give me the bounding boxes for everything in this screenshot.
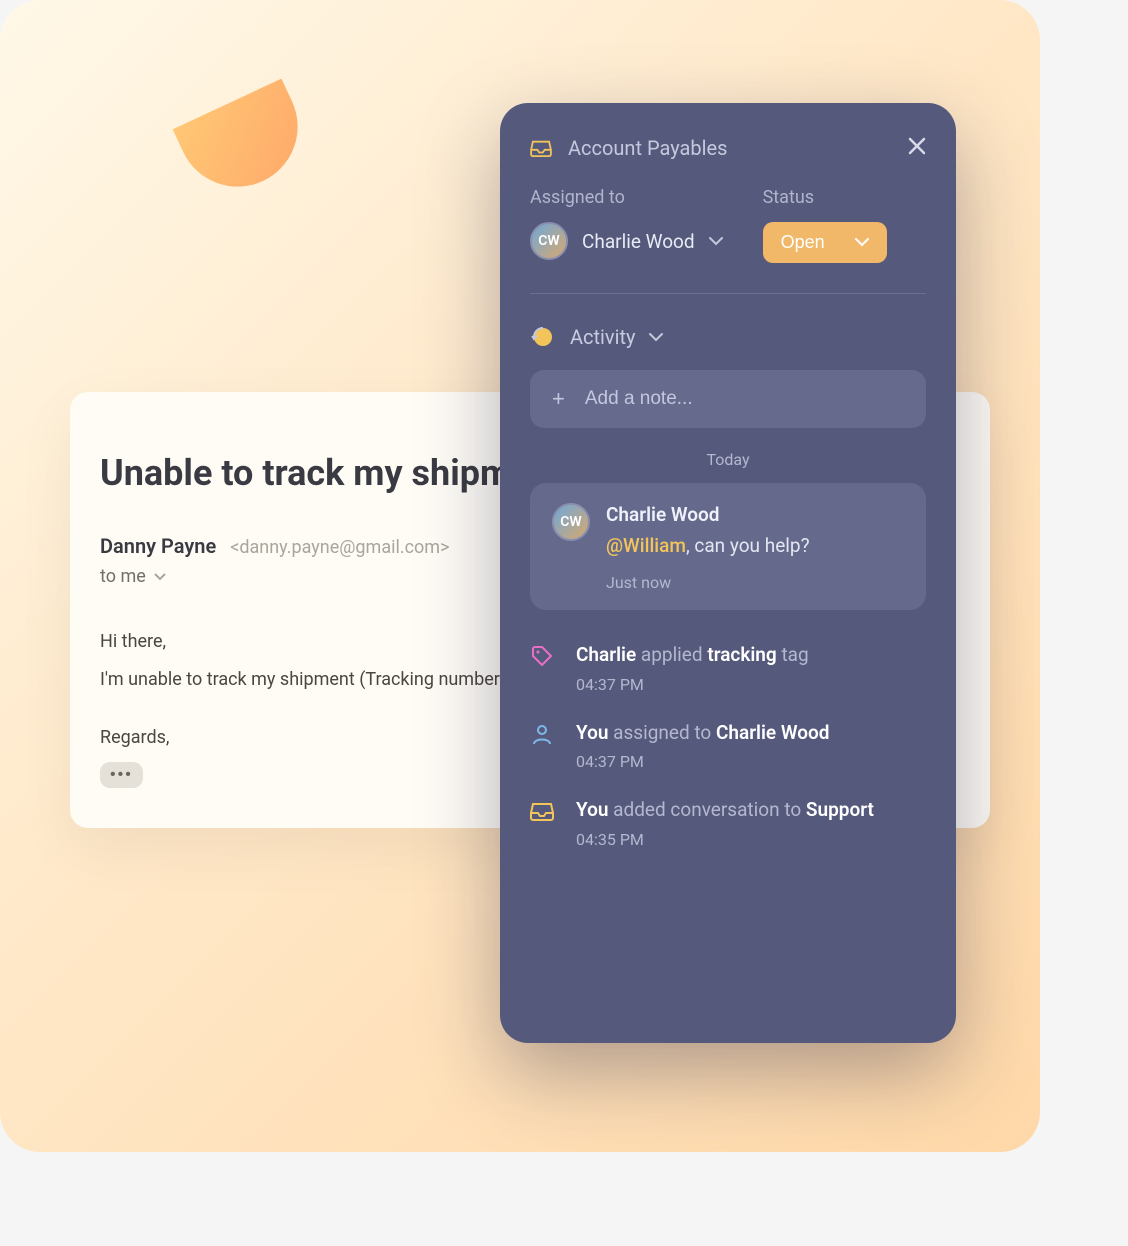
activity-icon	[530, 324, 556, 350]
activity-label: Activity	[570, 325, 635, 349]
event-text: You added conversation to Support	[576, 797, 874, 824]
person-icon	[530, 722, 554, 746]
assignee-dropdown[interactable]: CW Charlie Wood	[530, 222, 723, 260]
event-list: Charlie applied tracking tag 04:37 PM Yo…	[500, 610, 956, 849]
inbox-icon	[530, 799, 554, 823]
email-from-name: Danny Payne	[100, 534, 216, 558]
status-dropdown[interactable]: Open	[763, 222, 887, 263]
decorative-bowl	[173, 79, 318, 207]
event-timestamp: 04:37 PM	[576, 752, 829, 771]
date-divider-label: Today	[500, 428, 956, 483]
email-from-address: <danny.payne@gmail.com>	[230, 537, 449, 558]
details-panel: Account Payables Assigned to CW Charlie …	[500, 103, 956, 1043]
note-timestamp: Just now	[606, 573, 810, 592]
inbox-icon	[530, 139, 552, 157]
event-timestamp: 04:37 PM	[576, 675, 809, 694]
panel-header: Account Payables	[500, 103, 956, 187]
note-author-avatar: CW	[552, 503, 590, 541]
chevron-down-icon	[709, 237, 723, 246]
note-text: @William, can you help?	[606, 534, 810, 557]
assignee-avatar: CW	[530, 222, 568, 260]
plus-icon: +	[552, 388, 565, 410]
event-timestamp: 04:35 PM	[576, 830, 874, 849]
close-button[interactable]	[908, 135, 926, 161]
chevron-down-icon	[649, 333, 663, 342]
note-card: CW Charlie Wood @William, can you help? …	[530, 483, 926, 610]
event-row: You assigned to Charlie Wood 04:37 PM	[530, 720, 926, 772]
event-text: Charlie applied tracking tag	[576, 642, 809, 669]
event-row: You added conversation to Support 04:35 …	[530, 797, 926, 849]
event-row: Charlie applied tracking tag 04:37 PM	[530, 642, 926, 694]
tag-icon	[530, 644, 554, 668]
background-canvas: Unable to track my shipment Danny Payne …	[0, 0, 1040, 1152]
assigned-to-label: Assigned to	[530, 187, 723, 208]
add-note-placeholder: Add a note...	[585, 388, 693, 410]
chevron-down-icon	[855, 238, 869, 247]
status-label: Status	[763, 187, 887, 208]
panel-title: Account Payables	[568, 136, 727, 160]
chevron-down-icon	[154, 573, 166, 581]
note-mention[interactable]: @William	[606, 534, 686, 557]
note-author-name: Charlie Wood	[606, 503, 810, 526]
event-text: You assigned to Charlie Wood	[576, 720, 829, 747]
email-to-label: to me	[100, 566, 146, 587]
note-text-after: , can you help?	[686, 534, 810, 557]
add-note-input[interactable]: + Add a note...	[530, 370, 926, 428]
panel-meta: Assigned to CW Charlie Wood Status Open	[500, 187, 956, 293]
close-icon	[908, 137, 926, 155]
assignee-name: Charlie Wood	[582, 230, 695, 253]
status-value: Open	[781, 232, 825, 253]
activity-dropdown[interactable]: Activity	[500, 294, 956, 370]
expand-quote-button[interactable]: •••	[100, 762, 143, 788]
